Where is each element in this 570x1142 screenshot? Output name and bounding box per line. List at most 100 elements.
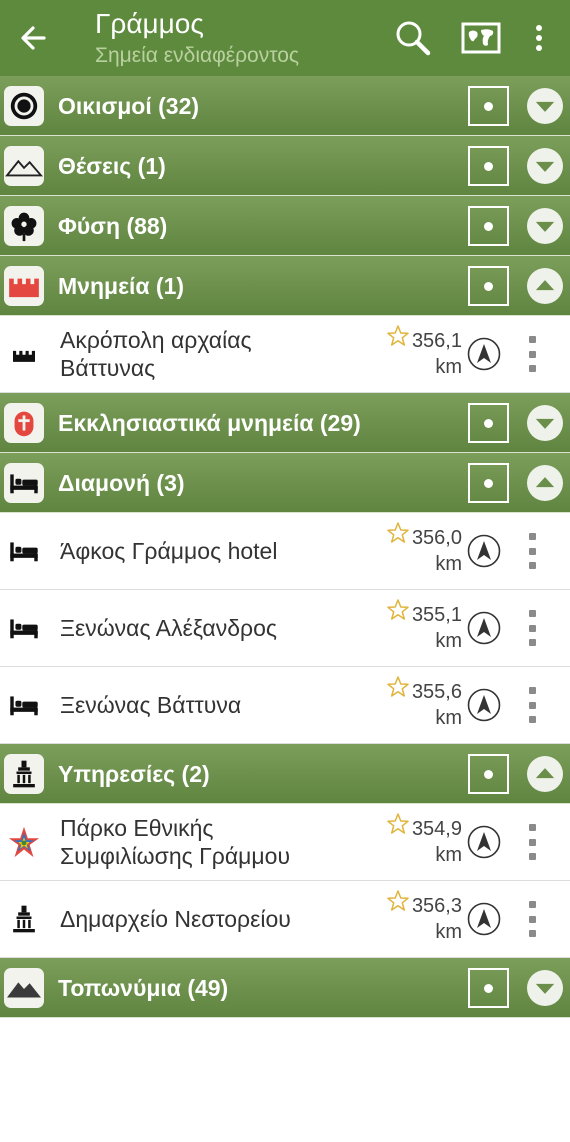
distance-value: 355,1 [411,604,462,626]
show-on-map-toggle[interactable] [468,266,509,306]
list-item[interactable]: Δημαρχείο Νεστορείου 356,3 km [0,881,570,958]
list-item[interactable]: Άφκος Γράμμος hotel 356,0 km [0,513,570,590]
poi-name: Πάρκο Εθνικής Συμφιλίωσης Γράμμου [60,814,380,870]
category-header[interactable]: Φύση (88) [0,196,570,256]
kebab-dot [528,547,536,555]
show-on-map-toggle[interactable] [468,86,509,126]
arrow-left-icon[interactable] [14,20,54,56]
poi-category-list: Οικισμοί (32) Θέσεις (1) Φύση (88) Μνημε… [0,76,570,1018]
kebab-dot [528,336,536,343]
category-header[interactable]: Μνημεία (1) [0,256,570,316]
navigation-arrow-icon[interactable] [467,902,501,936]
kebab-dot [528,824,536,831]
kebab-dot [528,639,536,646]
kebab-dot [528,838,536,846]
more-vert-icon[interactable] [522,533,542,569]
poi-name-line1: Ακρόπολη αρχαίας [60,327,252,353]
chevron-up-icon [535,477,555,488]
church-icon [4,403,44,443]
kebab-dot [528,930,536,937]
expand-button[interactable] [527,405,563,441]
distance-value: 356,1 [411,330,462,352]
navigation-arrow-icon[interactable] [467,825,501,859]
more-vert-icon[interactable] [522,687,542,723]
category-header[interactable]: Θέσεις (1) [0,136,570,196]
dot-icon [484,221,493,231]
list-item[interactable]: Ξενώνας Αλέξανδρος 355,1 km [0,590,570,667]
collapse-button[interactable] [527,465,563,501]
distance: 356,3 km [402,893,462,945]
poi-name-line2: Βάττυνας [60,355,156,381]
settlement-icon [4,86,44,126]
more-vert-icon[interactable] [522,336,542,372]
category-label: Τοπωνύμια (49) [58,975,229,1001]
collapse-button[interactable] [527,268,563,304]
chevron-down-icon [535,161,555,172]
category-header[interactable]: Εκκλησιαστικά μνημεία (29) [0,393,570,453]
map-icon[interactable] [460,18,502,58]
chevron-down-icon [535,983,555,994]
more-vert-icon[interactable] [522,824,542,860]
mountain-filled-icon [4,968,44,1008]
chevron-down-icon [535,221,555,232]
kebab-dot [528,350,536,358]
bed-icon [6,533,42,569]
expand-button[interactable] [527,88,563,124]
distance: 356,1 km [402,328,462,380]
show-on-map-toggle[interactable] [468,754,509,794]
category-label: Οικισμοί (32) [58,93,200,119]
expand-button[interactable] [527,970,563,1006]
bed-icon [6,610,42,646]
kebab-dot [528,562,536,569]
bed-icon [4,463,44,503]
navigation-arrow-icon[interactable] [467,534,501,568]
category-header[interactable]: Υπηρεσίες (2) [0,744,570,804]
category-header[interactable]: Οικισμοί (32) [0,76,570,136]
expand-button[interactable] [527,208,563,244]
category-header[interactable]: Διαμονή (3) [0,453,570,513]
more-vert-icon[interactable] [522,901,542,937]
kebab-dot [528,701,536,709]
more-vert-icon[interactable] [522,610,542,646]
show-on-map-toggle[interactable] [468,968,509,1008]
category-label: Φύση (88) [58,213,168,239]
distance-unit: km [435,553,462,575]
dot-icon [484,983,493,993]
show-on-map-toggle[interactable] [468,206,509,246]
kebab-dot [528,901,536,908]
castle-icon [6,336,42,372]
poi-name-line1: Άφκος Γράμμος hotel [60,538,278,564]
navigation-arrow-icon[interactable] [467,337,501,371]
category-header[interactable]: Τοπωνύμια (49) [0,958,570,1018]
show-on-map-toggle[interactable] [468,463,509,503]
show-on-map-toggle[interactable] [468,146,509,186]
dot-icon [484,101,493,111]
expand-button[interactable] [527,148,563,184]
distance-value: 355,6 [411,681,462,703]
navigation-arrow-icon[interactable] [467,611,501,645]
dot-icon [484,161,493,171]
page-subtitle: Σημεία ενδιαφέροντος [95,44,300,67]
search-icon[interactable] [392,18,434,58]
page-title: Γράμμος [95,8,204,39]
collapse-button[interactable] [527,756,563,792]
list-item[interactable]: Ακρόπολη αρχαίας Βάττυνας 356,1 km [0,316,570,393]
category-label: Εκκλησιαστικά μνημεία (29) [58,410,361,436]
distance-unit: km [435,844,462,866]
poi-name: Ξενώνας Βάττυνα [60,691,380,719]
distance-value: 354,9 [411,818,462,840]
navigation-arrow-icon[interactable] [467,688,501,722]
kebab-dot [528,624,536,632]
park-star-icon [6,824,42,860]
list-item[interactable]: Ξενώνας Βάττυνα 355,6 km [0,667,570,744]
poi-name-line1: Ξενώνας Βάττυνα [60,692,242,718]
list-item[interactable]: Πάρκο Εθνικής Συμφιλίωσης Γράμμου 354,9 … [0,804,570,881]
poi-name: Άφκος Γράμμος hotel [60,537,380,565]
kebab-dot [528,610,536,617]
dot-icon [484,418,493,428]
dot-icon [484,478,493,488]
distance: 355,6 km [402,679,462,731]
distance-unit: km [435,630,462,652]
show-on-map-toggle[interactable] [468,403,509,443]
more-vert-icon[interactable] [522,18,556,58]
